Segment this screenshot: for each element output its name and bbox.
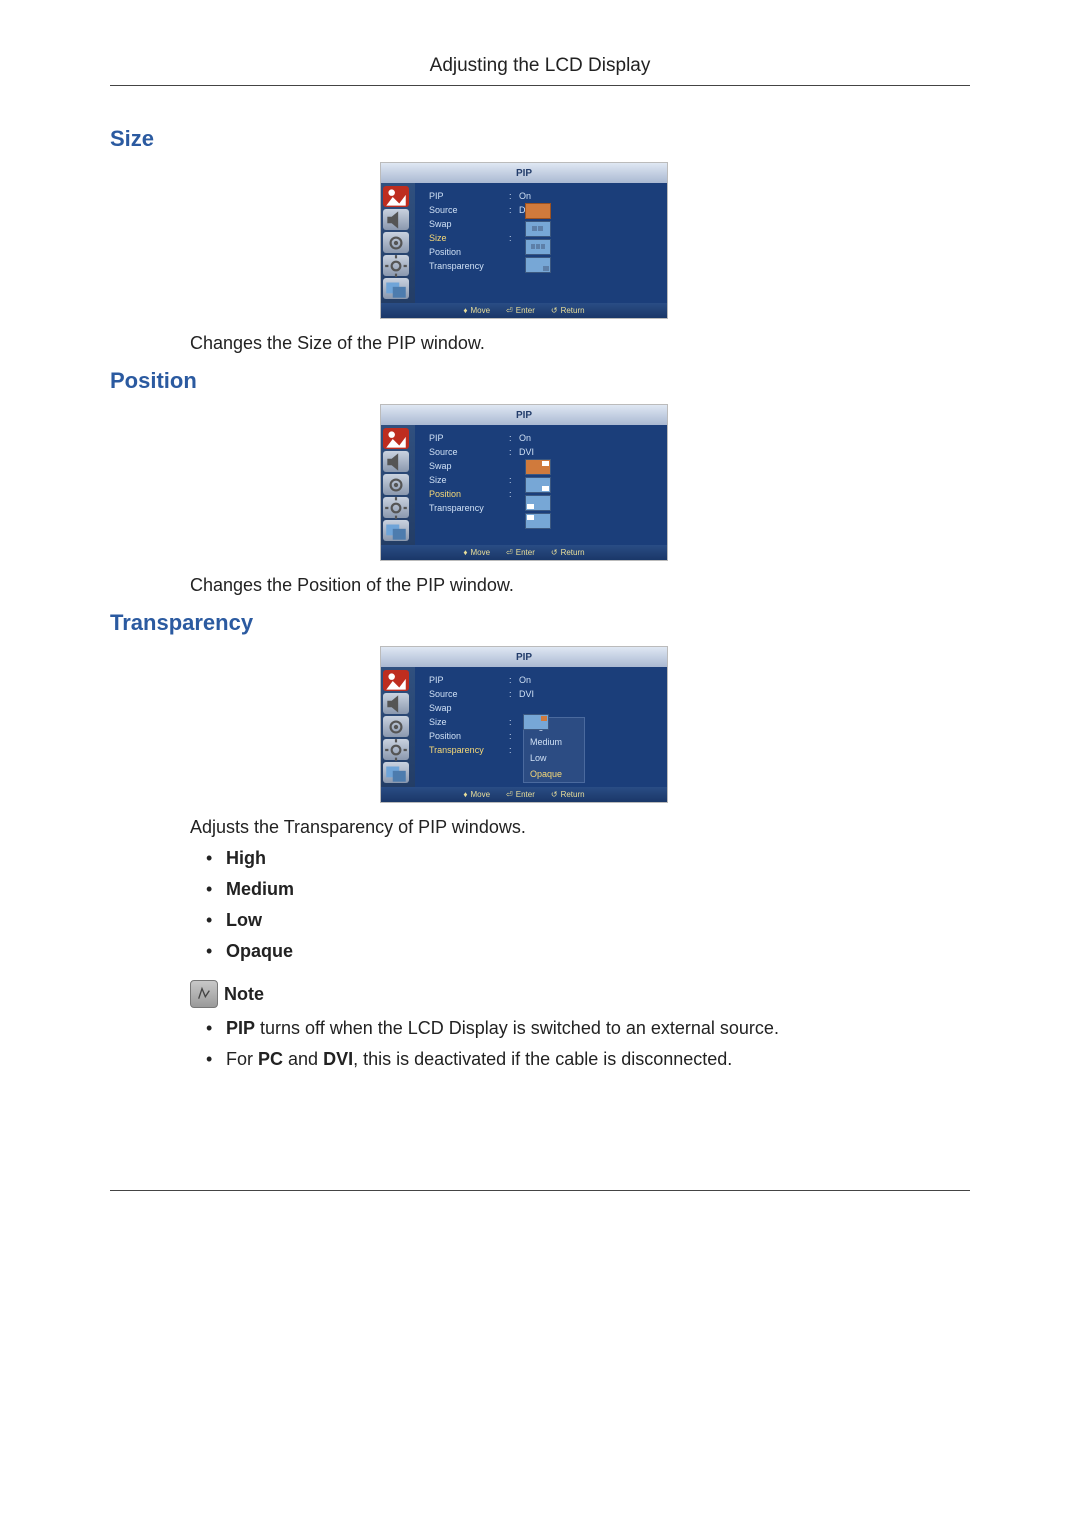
heading-size: Size	[110, 126, 970, 152]
osd-label-position: Position	[429, 729, 509, 743]
osd-icon-settings	[383, 255, 409, 276]
osd-title: PIP	[381, 163, 667, 183]
osd-label-pip: PIP	[429, 189, 509, 203]
heading-position: Position	[110, 368, 970, 394]
note-item-1: PIP turns off when the LCD Display is sw…	[206, 1018, 970, 1039]
header-divider	[110, 85, 970, 86]
osd-menu-labels: PIP Source Swap Size Position Transparen…	[429, 189, 509, 301]
pos-option-bl	[525, 495, 551, 511]
osd-label-source: Source	[429, 203, 509, 217]
osd-label-position: Position	[429, 487, 509, 501]
osd-menu-labels: PIP Source Swap Size Position Transparen…	[429, 431, 509, 543]
osd-icon-setup	[383, 474, 409, 495]
osd-icon-setup	[383, 232, 409, 253]
osd-icon-multi	[383, 762, 409, 783]
osd-label-transparency: Transparency	[429, 259, 509, 273]
osd-icon-multi	[383, 520, 409, 541]
note-label: Note	[224, 984, 264, 1005]
osd-label-swap: Swap	[429, 459, 509, 473]
osd-value-pip: On	[519, 673, 531, 687]
pos-option-br	[525, 477, 551, 493]
note-list: PIP turns off when the LCD Display is sw…	[206, 1018, 970, 1070]
osd-icon-picture	[383, 186, 409, 207]
opt-high: High	[226, 848, 266, 868]
osd-position-thumbnails	[525, 459, 551, 529]
note2-pre: For	[226, 1049, 258, 1069]
osd-sidebar	[381, 425, 415, 545]
osd-icon-setup	[383, 716, 409, 737]
osd-hint-return: ↺Return	[551, 548, 585, 557]
osd-label-swap: Swap	[429, 217, 509, 231]
osd-icon-sound	[383, 451, 409, 472]
osd-label-source: Source	[429, 687, 509, 701]
osd-label-position: Position	[429, 245, 509, 259]
pos-option-tl	[525, 513, 551, 529]
pos-option-tr	[525, 459, 551, 475]
osd-icon-settings	[383, 497, 409, 518]
osd-label-size: Size	[429, 473, 509, 487]
note1-text: turns off when the LCD Display is switch…	[255, 1018, 779, 1038]
osd-hint-return: ↺Return	[551, 306, 585, 315]
transparency-option-list: High Medium Low Opaque	[206, 848, 970, 962]
size-option-1	[525, 203, 551, 219]
osd-label-pip: PIP	[429, 673, 509, 687]
osd-value-pip: On	[519, 431, 531, 445]
page-header-title: Adjusting the LCD Display	[110, 55, 970, 77]
size-option-2	[525, 221, 551, 237]
osd-screenshot-position: PIP PIP Source Swap Size Position Transp…	[380, 404, 668, 561]
osd-icon-picture	[383, 428, 409, 449]
osd-label-transparency: Transparency	[429, 743, 509, 757]
osd-value-source: DVI	[519, 687, 534, 701]
trans-opt-opaque: Opaque	[524, 766, 584, 782]
footer-divider	[110, 1190, 970, 1191]
note2-post: , this is deactivated if the cable is di…	[353, 1049, 732, 1069]
note2-b2: DVI	[323, 1049, 353, 1069]
osd-label-source: Source	[429, 445, 509, 459]
osd-hint-return: ↺Return	[551, 790, 585, 799]
osd-icon-sound	[383, 693, 409, 714]
note-icon	[190, 980, 218, 1008]
osd-sidebar	[381, 183, 415, 303]
osd-menu-labels: PIP Source Swap Size Position Transparen…	[429, 673, 509, 785]
desc-transparency: Adjusts the Transparency of PIP windows.	[190, 817, 970, 838]
desc-position: Changes the Position of the PIP window.	[190, 575, 970, 596]
osd-hint-enter: ⏎Enter	[506, 790, 535, 799]
osd-label-swap: Swap	[429, 701, 509, 715]
note2-mid: and	[283, 1049, 323, 1069]
osd-value-pip: On	[519, 189, 531, 203]
size-option-3	[525, 239, 551, 255]
osd-hint-enter: ⏎Enter	[506, 548, 535, 557]
osd-size-thumbnails	[525, 203, 551, 273]
osd-label-pip: PIP	[429, 431, 509, 445]
opt-opaque: Opaque	[226, 941, 293, 961]
osd-hint-move: ♦Move	[463, 790, 490, 799]
desc-size: Changes the Size of the PIP window.	[190, 333, 970, 354]
osd-sidebar	[381, 667, 415, 787]
osd-icon-settings	[383, 739, 409, 760]
osd-title: PIP	[381, 405, 667, 425]
trans-opt-low: Low	[524, 750, 584, 766]
osd-screenshot-size: PIP PIP Source Swap Size Position Transp…	[380, 162, 668, 319]
trans-opt-medium: Medium	[524, 734, 584, 750]
osd-icon-multi	[383, 278, 409, 299]
osd-label-size: Size	[429, 231, 509, 245]
trans-preview	[523, 714, 549, 730]
heading-transparency: Transparency	[110, 610, 970, 636]
osd-title: PIP	[381, 647, 667, 667]
osd-screenshot-transparency: PIP PIP Source Swap Size Position Transp…	[380, 646, 668, 803]
osd-icon-picture	[383, 670, 409, 691]
note2-b1: PC	[258, 1049, 283, 1069]
osd-hint-move: ♦Move	[463, 306, 490, 315]
osd-label-transparency: Transparency	[429, 501, 509, 515]
opt-medium: Medium	[226, 879, 294, 899]
osd-icon-sound	[383, 209, 409, 230]
opt-low: Low	[226, 910, 262, 930]
osd-hint-enter: ⏎Enter	[506, 306, 535, 315]
size-option-4	[525, 257, 551, 273]
osd-value-source: DVI	[519, 445, 534, 459]
note-item-2: For PC and DVI, this is deactivated if t…	[206, 1049, 970, 1070]
note1-bold: PIP	[226, 1018, 255, 1038]
osd-label-size: Size	[429, 715, 509, 729]
osd-hint-move: ♦Move	[463, 548, 490, 557]
